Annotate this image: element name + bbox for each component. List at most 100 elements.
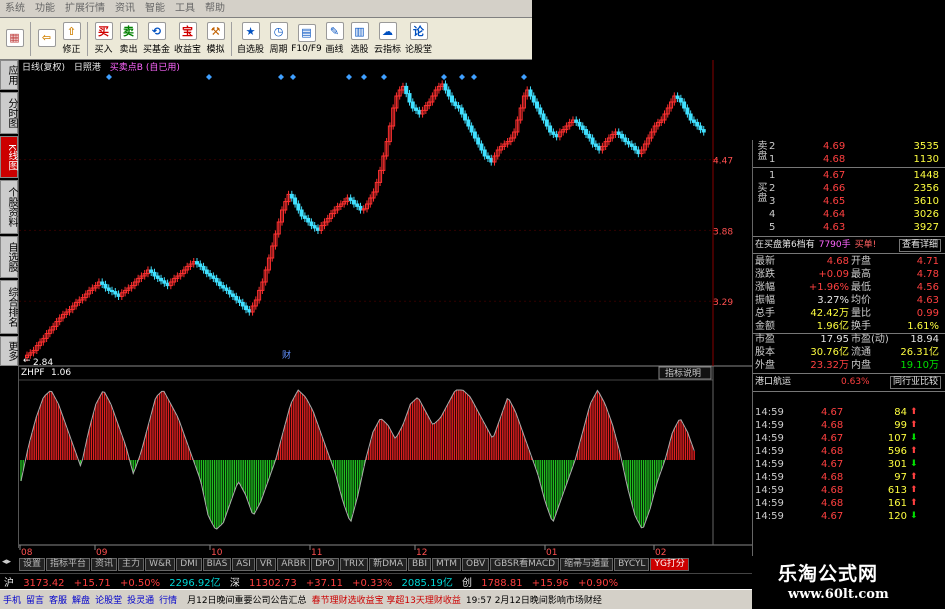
news-ticker-1[interactable]: 月12日晚间重要公司公告汇总 bbox=[187, 593, 306, 606]
indicator-tab[interactable]: 资讯 bbox=[91, 557, 118, 571]
indicator-tab[interactable]: YG打分 bbox=[650, 557, 689, 571]
side-tab[interactable]: 更多 bbox=[0, 336, 18, 366]
candle-body bbox=[106, 287, 111, 291]
status-link[interactable]: 客服 bbox=[49, 596, 67, 606]
up-arrow-icon: ⬆ bbox=[910, 485, 918, 495]
toolbar-button[interactable]: ▦ bbox=[2, 19, 27, 59]
candle-body bbox=[351, 199, 356, 205]
stat-value: 42.42万 bbox=[810, 308, 849, 319]
side-tab[interactable]: 分时图 bbox=[0, 92, 18, 134]
order-level: 1 bbox=[769, 154, 776, 165]
sector-divider bbox=[753, 391, 945, 392]
indicator-tab[interactable]: ARBR bbox=[277, 557, 311, 571]
indicator-tab[interactable]: BBI bbox=[407, 557, 431, 571]
candle-body bbox=[590, 137, 595, 145]
menu-item[interactable]: 帮助 bbox=[200, 0, 230, 18]
menu-item[interactable]: 系统 bbox=[0, 0, 30, 18]
status-link[interactable]: 手机 bbox=[3, 596, 21, 606]
toolbar-button[interactable]: ⇧ 修正 bbox=[59, 19, 84, 59]
order-price: 4.67 bbox=[823, 170, 846, 181]
status-link[interactable]: 论股堂 bbox=[95, 596, 122, 606]
period-label[interactable]: 日线(复权) bbox=[22, 63, 65, 73]
candle-body bbox=[535, 101, 539, 109]
toolbar-button[interactable]: ◷ 周期 bbox=[266, 19, 291, 59]
indicator-tab[interactable]: 主力 bbox=[118, 557, 145, 571]
toolbar-button[interactable]: ⚒ 模拟 bbox=[203, 19, 228, 59]
order-book-row[interactable]: 5 4.63 3927 bbox=[753, 221, 945, 234]
indicator-tab[interactable]: OBV bbox=[462, 557, 490, 571]
quote-stat-row: 最新 4.68 开盘 4.71 bbox=[753, 255, 945, 268]
side-tab[interactable]: 个股资料 bbox=[0, 180, 18, 234]
order-book-row[interactable]: 1 4.68 1130 bbox=[753, 153, 945, 166]
indicator-tab[interactable]: BIAS bbox=[202, 557, 232, 571]
status-link[interactable]: 投灵通 bbox=[127, 596, 154, 606]
time-news[interactable]: 19:57 2月12日晚间影响市场财经 bbox=[466, 593, 602, 606]
toolbar-button[interactable]: 买买入 bbox=[91, 19, 116, 59]
toolbar-button[interactable]: ⇦ bbox=[34, 19, 59, 59]
candle-body bbox=[103, 283, 108, 289]
tick-time: 14:59 bbox=[755, 459, 784, 470]
cy-index-label[interactable]: 创 bbox=[462, 578, 472, 589]
news-ticker-2[interactable]: 春节理财选收益宝 享超13天理财收益 bbox=[312, 593, 461, 606]
side-tab[interactable]: 综合排名 bbox=[0, 280, 18, 334]
toolbar-button[interactable]: ▥ 选股 bbox=[347, 19, 372, 59]
order-book-row[interactable]: 1 4.67 1448 bbox=[753, 169, 945, 182]
indicator-tab[interactable]: 指标平台 bbox=[46, 557, 91, 571]
side-tab[interactable]: 自选股 bbox=[0, 236, 18, 278]
toolbar-button[interactable]: 宝收益宝 bbox=[172, 19, 203, 59]
indicator-tab[interactable]: ASI bbox=[232, 557, 255, 571]
sector-divider bbox=[753, 373, 945, 374]
indicator-tab[interactable]: W&R bbox=[145, 557, 176, 571]
indicator-tab[interactable]: MTM bbox=[432, 557, 462, 571]
toolbar-button[interactable]: ⟲ 买基金 bbox=[141, 19, 172, 59]
indicator-tab[interactable]: DMI bbox=[176, 557, 202, 571]
menu-item[interactable]: 功能 bbox=[30, 0, 60, 18]
indicator-tab[interactable]: VR bbox=[255, 557, 277, 571]
order-book-row[interactable]: 4 4.64 3026 bbox=[753, 208, 945, 221]
candle-body bbox=[355, 203, 360, 207]
toolbar-button[interactable]: ▤ F10/F9 bbox=[291, 19, 322, 59]
side-tab[interactable]: 应用 bbox=[0, 60, 18, 90]
sector-compare-button[interactable]: 同行业比较 bbox=[889, 376, 941, 389]
menu-item[interactable]: 工具 bbox=[170, 0, 200, 18]
side-tab[interactable]: K线图 bbox=[0, 136, 18, 178]
toolbar-button[interactable]: ✎ 画线 bbox=[322, 19, 347, 59]
sz-index-label[interactable]: 深 bbox=[230, 578, 240, 589]
status-link[interactable]: 留言 bbox=[26, 596, 44, 606]
detail-button[interactable]: 查看详细 bbox=[898, 239, 941, 252]
toolbar-button[interactable]: ★ 自选股 bbox=[235, 19, 266, 59]
indicator-tab[interactable]: 设置 bbox=[19, 557, 46, 571]
buy-order-link[interactable]: 买单! bbox=[855, 240, 877, 250]
price-tick-label: 3.88 bbox=[713, 227, 733, 237]
sector-name[interactable]: 港口航运 bbox=[755, 377, 791, 387]
status-link[interactable]: 行情 bbox=[159, 596, 177, 606]
candle-body bbox=[691, 119, 696, 123]
toolbar-button[interactable]: ☁ 云指标 bbox=[372, 19, 403, 59]
sh-index-label[interactable]: 沪 bbox=[4, 578, 14, 589]
indicator-tab[interactable]: DPO bbox=[311, 557, 339, 571]
indicator-tab[interactable]: TRIX bbox=[339, 557, 369, 571]
toolbar-button[interactable]: 论论股堂 bbox=[403, 19, 434, 59]
indicator-tab[interactable]: GBSR看MACD bbox=[490, 557, 560, 571]
menu-item[interactable]: 资讯 bbox=[110, 0, 140, 18]
tick-volume: 97 bbox=[894, 472, 907, 483]
indicator-tab[interactable]: BYCYL bbox=[614, 557, 650, 571]
toolbar-button-label: 卖出 bbox=[119, 45, 138, 55]
candle-body bbox=[701, 129, 706, 133]
candle-body bbox=[309, 221, 314, 227]
toolbar-button[interactable]: 卖卖出 bbox=[116, 19, 141, 59]
order-book-row[interactable]: 3 4.65 3610 bbox=[753, 195, 945, 208]
tab-scroll-arrows[interactable]: ◂▸ bbox=[2, 557, 18, 571]
menu-item[interactable]: 智能 bbox=[140, 0, 170, 18]
indicator-name[interactable]: 买卖点B bbox=[110, 63, 143, 73]
indicator-tab[interactable]: 新DMA bbox=[369, 557, 407, 571]
order-book-row[interactable]: 2 4.66 2356 bbox=[753, 182, 945, 195]
status-link[interactable]: 解盘 bbox=[72, 596, 90, 606]
stat-value: 4.71 bbox=[916, 256, 939, 267]
indicator-tab[interactable]: 缩帚与通量 bbox=[560, 557, 614, 571]
menu-item[interactable]: 扩展行情 bbox=[60, 0, 110, 18]
order-book-row[interactable]: 2 4.69 3535 bbox=[753, 140, 945, 153]
candle-body bbox=[685, 107, 690, 115]
order-book-divider bbox=[753, 167, 945, 168]
candle-body bbox=[306, 217, 311, 223]
